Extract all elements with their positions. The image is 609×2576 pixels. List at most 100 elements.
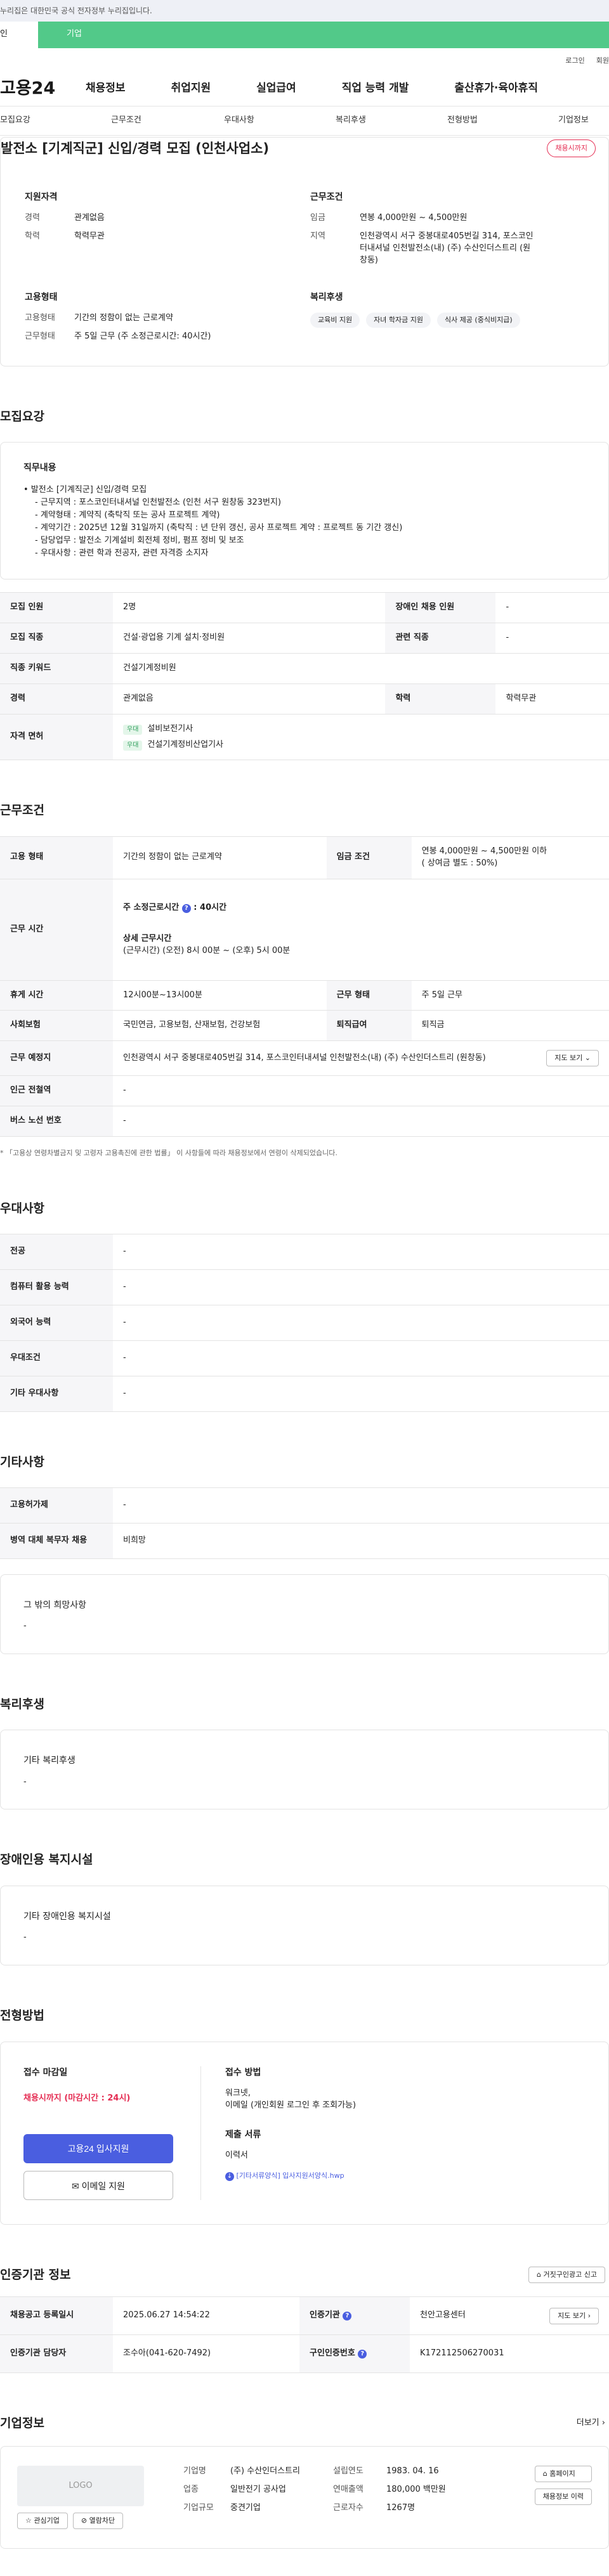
company-card: LOGO ☆ 관심기업 ⊘ 열람차단 기업명 (주) 수산인더스트리 업종 일반전기… <box>0 2446 609 2549</box>
deadline-value: 채용시까지 (마감시간 : 24시) <box>23 2093 131 2103</box>
sales-label: 연매출액 <box>333 2485 363 2495</box>
method-line: 이메일 (개인회원 로그인 후 조회가능) <box>225 2100 357 2110</box>
company-info-right: 설립연도 1983. 04. 16 연매출액 180,000 백만원 근로자수 126… <box>333 2466 466 2529</box>
recruit-table: 모집 인원 2명 장애인 채용 인원 - 모집 직종 건설·광업용 기계 설치·… <box>0 592 609 761</box>
help-icon[interactable]: ? <box>181 903 191 913</box>
signup-link[interactable]: 회원 <box>596 56 609 71</box>
manager-value: 조수아(041-620-7492) <box>113 2334 300 2373</box>
tab-individual[interactable]: 인 <box>0 22 38 48</box>
career-value: 관계없음 <box>113 683 386 715</box>
subnav-welfare[interactable]: 복리후생 <box>336 115 447 127</box>
map-button[interactable]: 지도 보기 ⌄ <box>546 1050 599 1067</box>
qual-edu-label: 학력 <box>25 231 40 242</box>
conditions-block: 근무조건 임금 연봉 4,000만원 ~ 4,500만원 지역 인천광역시 서구 중… <box>310 191 596 273</box>
wage-sub: ( 상여금 별도 : 50%) <box>421 858 498 868</box>
more-link[interactable]: 더보기 › <box>577 2417 605 2430</box>
top-notice: 누리집은 대한민국 공식 전자정부 누리집입니다. <box>0 0 609 22</box>
gnb-item-unemployment-benefit[interactable]: 실업급여 <box>256 81 296 96</box>
qualification-heading: 지원자격 <box>25 192 58 202</box>
place-value: 인천광역시 서구 중봉대로405번길 314, 포스코인터내셔널 인천발전소(내… <box>113 1040 609 1077</box>
break-label: 휴게 시간 <box>0 980 113 1011</box>
company-header: 기업정보 더보기 › <box>0 2415 609 2433</box>
disabled-label: 장애인 채용 인원 <box>385 592 496 624</box>
deadline-heading: 접수 마감일 <box>23 2067 68 2078</box>
benefit-value: - <box>23 1777 27 1787</box>
apply-button[interactable]: 고용24 입사지원 <box>23 2133 173 2163</box>
gnb-item-jobs[interactable]: 채용정보 <box>86 81 126 96</box>
subnav-conditions[interactable]: 근무조건 <box>111 115 224 127</box>
subnav-process[interactable]: 전형방법 <box>447 115 558 127</box>
shift-label: 근무 형태 <box>326 980 412 1011</box>
reg-value: 2025.06.27 14:54:22 <box>113 2296 300 2336</box>
duty-line: - 근무지역 : 포스코인터내셔널 인천발전소 (인천 서구 원창동 323번지… <box>35 497 282 507</box>
cond-region-label: 지역 <box>310 231 325 242</box>
help-icon[interactable]: ? <box>358 2350 367 2359</box>
license-name: 설비보전기사 <box>147 723 193 734</box>
company-section-title: 기업정보 <box>0 2416 44 2430</box>
homepage-button[interactable]: ⌂ 홈페이지 <box>534 2466 592 2483</box>
cert-id-value: K172112506270031 <box>410 2334 609 2373</box>
other-wishes-value: - <box>23 1621 27 1631</box>
break-value: 12시00분~13시00분 <box>113 980 327 1011</box>
pref-cond-value: - <box>113 1340 609 1376</box>
block-button[interactable]: ⊘ 열람차단 <box>72 2513 124 2530</box>
headcount-value: 2명 <box>113 592 386 624</box>
keyword-label: 직종 키워드 <box>0 653 113 684</box>
block-icon: ⊘ <box>81 2516 88 2525</box>
gnb-item-parental-leave[interactable]: 출산휴가·육아휴직 <box>454 81 538 96</box>
welfare-chip: 식사 제공 (중식비지급) <box>436 312 520 328</box>
qualification-block: 지원자격 경력 관계없음 학력 학력무관 <box>25 191 310 273</box>
cond-wage-value: 연봉 4,000만원 ~ 4,500만원 <box>360 213 468 223</box>
eps-label: 고용허가제 <box>0 1487 113 1524</box>
place-text: 인천광역시 서구 중봉대로405번길 314, 포스코인터내셔널 인천발전소(내… <box>123 1052 486 1063</box>
age-note: * 「고용상 연령차별금지 및 고령자 고용촉진에 관한 법률」 이 사항들에 … <box>0 1148 337 1157</box>
job-history-button[interactable]: 채용정보 이력 <box>534 2489 592 2506</box>
section-nav: 모집요강 근무조건 우대사항 복리후생 전형방법 기업정보 <box>0 107 609 136</box>
cert-id-label: 구인인증번호 ? <box>299 2334 410 2373</box>
wage-label: 임금 조건 <box>326 836 412 879</box>
gnb-item-employment-support[interactable]: 취업지원 <box>171 81 211 96</box>
favorite-button[interactable]: ☆ 관심기업 <box>17 2513 68 2530</box>
subnav-preferences[interactable]: 우대사항 <box>224 115 336 127</box>
site-logo[interactable]: 고용24 <box>0 76 79 101</box>
gnb-item-training[interactable]: 직업 능력 개발 <box>342 81 409 96</box>
welfare-block: 복리후생 교육비 지원 자녀 학자금 지원 식사 제공 (중식비지급) <box>310 291 596 349</box>
conditions-heading: 근무조건 <box>310 192 343 202</box>
pref-tag: 우대 <box>123 724 143 735</box>
global-nav: 고용24 채용정보 취업지원 실업급여 직업 능력 개발 출산휴가·육아휴직 <box>0 71 609 107</box>
email-apply-button[interactable]: ✉ 이메일 지원 <box>23 2170 173 2200</box>
docs-file-link[interactable]: ↓ [기타서류양식] 입사지원서양식.hwp <box>225 2171 356 2181</box>
qual-career-label: 경력 <box>25 213 40 223</box>
license-name: 건설기계정비산업기사 <box>147 739 224 749</box>
subnav-company[interactable]: 기업정보 <box>558 115 589 127</box>
download-icon: ↓ <box>225 2171 234 2181</box>
edu-label: 학력 <box>385 683 496 715</box>
employment-heading: 고용형태 <box>25 292 58 302</box>
license-label: 자격 면허 <box>0 714 113 761</box>
tab-business[interactable]: 기업 <box>38 22 609 48</box>
qual-edu-value: 학력무관 <box>74 231 105 242</box>
emp-type-label: 고용형태 <box>25 313 55 323</box>
subway-label: 인근 전철역 <box>0 1075 113 1107</box>
company-logo: LOGO <box>17 2466 144 2507</box>
chevron-down-icon: ⌄ <box>584 1054 591 1063</box>
report-button[interactable]: ⌂ 거짓구인광고 신고 <box>528 2267 605 2284</box>
subnav-recruit[interactable]: 모집요강 <box>0 115 111 127</box>
scale-value: 중견기업 <box>230 2503 261 2513</box>
job-title: 발전소 [기계직군] 신입/경력 모집 (인천사업소) <box>1 140 270 156</box>
duty-line: - 계약형태 : 계약직 (축탁직 또는 공사 프로젝트 계약) <box>35 510 220 520</box>
pref-tag: 우대 <box>123 740 143 751</box>
job-summary-card: 발전소 [기계직군] 신입/경력 모집 (인천사업소) 채용시까지 지원자격 경… <box>0 137 609 366</box>
star-icon: ☆ <box>25 2516 32 2525</box>
computer-label: 컴퓨터 활용 능력 <box>0 1269 113 1306</box>
login-link[interactable]: 로그인 <box>565 56 584 71</box>
shift-value: 주 5일 근무 <box>411 980 609 1011</box>
welfare-heading: 복리후생 <box>310 292 343 302</box>
welfare-chip: 교육비 지원 <box>310 312 360 328</box>
wage-text: 연봉 4,000만원 ~ 4,500만원 이하 <box>421 846 547 856</box>
process-section-title: 전형방법 <box>0 2008 44 2023</box>
help-icon[interactable]: ? <box>343 2312 352 2321</box>
org-map-button[interactable]: 지도 보기 › <box>549 2307 599 2324</box>
major-label: 전공 <box>0 1234 113 1271</box>
keyword-value: 건설기계정비원 <box>113 653 609 684</box>
